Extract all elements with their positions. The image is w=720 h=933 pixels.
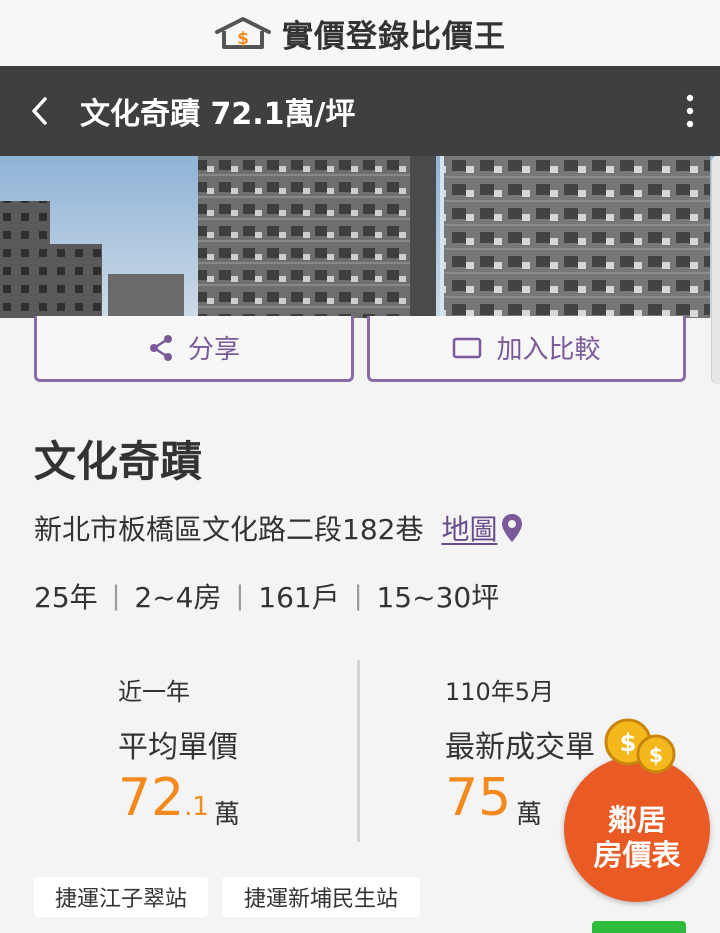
more-options-button[interactable] <box>660 66 720 156</box>
community-name: 文化奇蹟 <box>34 437 203 486</box>
address-text: 新北市板橋區文化路二段182巷 <box>34 513 424 546</box>
address-row: 新北市板橋區文化路二段182巷 地圖 <box>34 508 523 548</box>
compare-box-icon <box>453 337 482 358</box>
promo-line2: 房價表 <box>593 838 681 872</box>
add-to-compare-button[interactable]: 加入比較 <box>367 316 686 382</box>
avg-price-unit: 萬 <box>214 800 241 830</box>
latest-deal-value: 75 <box>445 768 512 828</box>
back-button[interactable] <box>0 66 80 156</box>
avg-price-label: 平均單價 <box>118 730 238 765</box>
spec-separator: | <box>353 581 363 611</box>
page-title: 文化奇蹟 72.1萬/坪 <box>80 97 356 132</box>
avg-price-int: 72 <box>118 768 185 828</box>
house-dollar-logo-icon: $ <box>215 17 271 49</box>
map-link[interactable]: 地圖 <box>441 508 497 548</box>
compare-label: 加入比較 <box>496 335 601 365</box>
spec-separator: | <box>111 581 121 611</box>
share-label: 分享 <box>187 335 240 365</box>
avg-price-decimal: .1 <box>184 792 209 822</box>
promo-line1: 鄰居 <box>607 803 666 838</box>
neighbor-price-promo-button[interactable]: 鄰居 房價表 $ $ <box>560 716 716 902</box>
share-icon <box>149 334 172 361</box>
spec-age: 25年 <box>34 581 98 614</box>
spec-separator: | <box>235 581 245 611</box>
coins-icon: $ $ <box>604 718 676 774</box>
spec-size: 15~30坪 <box>376 581 500 614</box>
spec-units: 161戶 <box>258 581 340 614</box>
building-photo <box>0 156 720 318</box>
scroll-indicator <box>711 156 720 384</box>
green-badge <box>592 921 686 933</box>
svg-text:$: $ <box>620 729 637 757</box>
more-vert-icon <box>686 94 694 128</box>
stats-divider <box>357 660 360 842</box>
svg-text:$: $ <box>649 743 663 767</box>
latest-deal-unit: 萬 <box>516 800 543 830</box>
spec-rooms: 2~4房 <box>134 581 222 614</box>
latest-deal-date: 110年5月 <box>445 678 555 706</box>
avg-price-value: 72.1 <box>118 768 209 828</box>
mrt-tag[interactable]: 捷運新埔民生站 <box>222 877 420 917</box>
mrt-tag[interactable]: 捷運江子翠站 <box>34 877 208 917</box>
promo-circle: 鄰居 房價表 <box>564 756 710 902</box>
community-specs: 25年 | 2~4房 | 161戶 | 15~30坪 <box>34 576 499 616</box>
share-button[interactable]: 分享 <box>34 316 354 382</box>
brand-name: 實價登錄比價王 <box>282 18 506 55</box>
map-pin-icon[interactable] <box>501 513 523 543</box>
brand-header: $ 實價登錄比價王 <box>0 0 720 66</box>
app-bar: 文化奇蹟 72.1萬/坪 <box>0 66 720 156</box>
svg-text:$: $ <box>237 29 249 49</box>
chevron-left-icon <box>32 97 47 125</box>
avg-price-period: 近一年 <box>118 678 190 706</box>
